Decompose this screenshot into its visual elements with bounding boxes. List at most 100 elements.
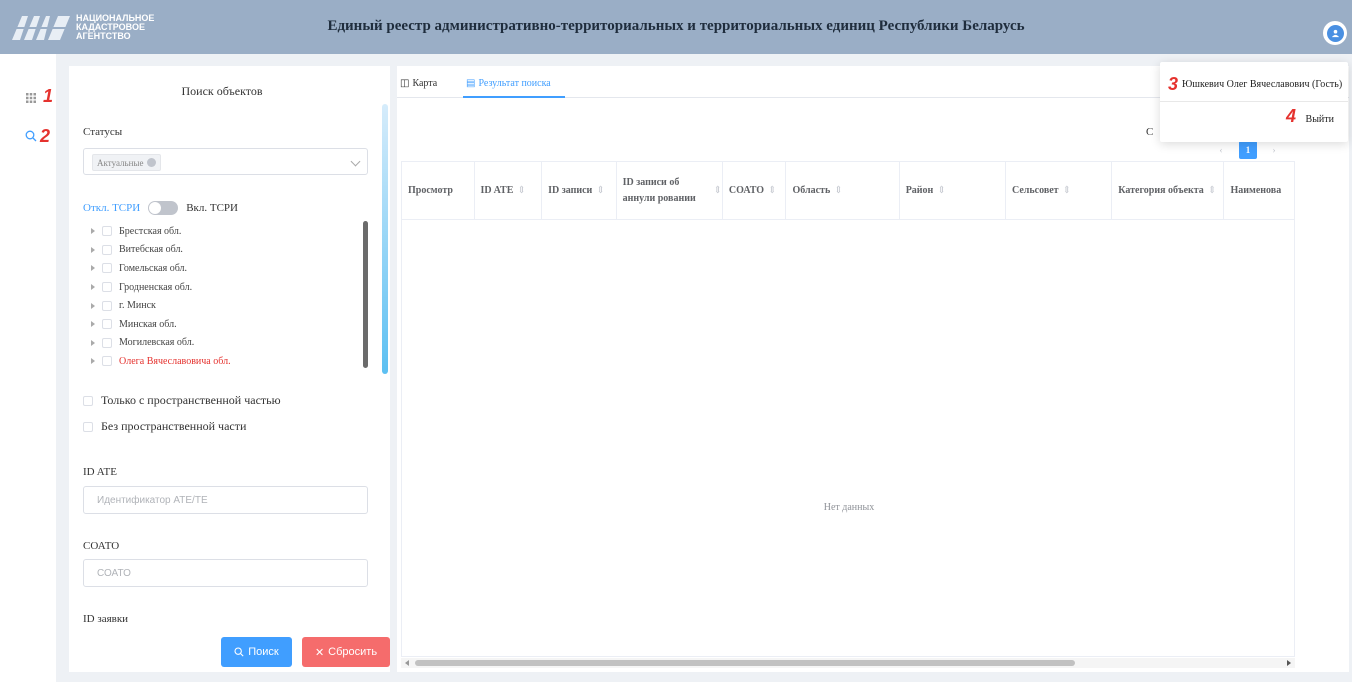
user-dropdown: 3 Юшкевич Олег Вячеславович (Гость) 4 Вы… xyxy=(1160,62,1348,142)
page-title: Единый реестр административно-территориа… xyxy=(327,18,1025,34)
expand-arrow-icon[interactable] xyxy=(91,339,95,346)
tree-item[interactable]: Гродненская обл. xyxy=(89,278,369,297)
scrollbar-thumb[interactable] xyxy=(415,660,1075,666)
tree-checkbox[interactable] xyxy=(102,263,112,274)
panel-scrollbar[interactable] xyxy=(382,104,388,374)
document-icon: ▤ xyxy=(466,78,476,89)
tsr-off-label: Откл. ТСРИ xyxy=(83,202,141,214)
column-title: Просмотр xyxy=(408,184,453,196)
search-button[interactable]: Поиск xyxy=(221,637,292,667)
region-tree: Брестская обл. Витебская обл. Гомельская… xyxy=(89,222,369,372)
tree-item[interactable]: Брестская обл. xyxy=(89,222,369,241)
sort-icon[interactable]: ⇕ xyxy=(937,183,945,199)
only-spatial-checkbox[interactable]: Только с пространственной частью xyxy=(83,393,281,408)
page-button[interactable]: 1 xyxy=(1239,141,1257,159)
id-ate-label: ID ATE xyxy=(83,466,117,478)
column-title: ID записи xyxy=(548,184,593,196)
without-spatial-label: Без пространственной части xyxy=(101,419,247,433)
tree-checkbox[interactable] xyxy=(102,356,112,367)
annotation-badge: 4 xyxy=(1286,106,1297,126)
column-title: Область xyxy=(792,184,831,196)
pager-text: С xyxy=(1146,126,1154,138)
tab-map[interactable]: ◫ Карта xyxy=(400,78,437,89)
tree-checkbox[interactable] xyxy=(102,282,112,293)
id-ate-input[interactable]: Идентификатор АТЕ/ТЕ xyxy=(83,486,368,514)
column-header[interactable]: ID записи ⇕ xyxy=(542,162,617,219)
sort-icon[interactable]: ⇕ xyxy=(596,183,604,199)
logout-button[interactable]: Выйти xyxy=(1306,114,1334,125)
column-header[interactable]: Район ⇕ xyxy=(900,162,1006,219)
left-rail: 1 2 xyxy=(0,54,56,682)
tag-close-icon[interactable] xyxy=(147,158,157,167)
sort-icon[interactable]: ⇕ xyxy=(1208,183,1216,199)
grid-icon[interactable] xyxy=(25,92,37,104)
tree-item-label: Брестская обл. xyxy=(119,225,182,237)
sort-icon[interactable]: ⇕ xyxy=(768,183,776,199)
map-icon: ◫ xyxy=(400,78,410,89)
statuses-label: Статусы xyxy=(83,126,123,138)
checkbox-box[interactable] xyxy=(83,421,93,432)
expand-arrow-icon[interactable] xyxy=(91,284,95,291)
search-button-label: Поиск xyxy=(248,646,279,658)
tree-item[interactable]: Гомельская обл. xyxy=(89,259,369,278)
sort-icon[interactable]: ⇕ xyxy=(517,183,525,199)
tree-checkbox[interactable] xyxy=(102,300,112,311)
sort-icon[interactable]: ⇕ xyxy=(713,183,721,199)
column-header[interactable]: ID ATE ⇕ xyxy=(475,162,543,219)
expand-arrow-icon[interactable] xyxy=(91,228,95,235)
annotation-badge: 2 xyxy=(40,126,51,146)
status-select[interactable]: Актуальные xyxy=(83,148,368,175)
reset-button[interactable]: ✕ Сбросить xyxy=(302,637,390,667)
prev-page-button[interactable]: ‹ xyxy=(1212,141,1230,159)
sort-icon[interactable]: ⇕ xyxy=(1063,183,1071,199)
annotation-badge: 3 xyxy=(1168,74,1179,94)
search-icon xyxy=(234,647,244,657)
tsr-toggle[interactable] xyxy=(148,201,179,215)
results-area: ◫ Карта ▤ Результат поиска С ‹ 1 › Просм… xyxy=(397,66,1349,672)
tree-item[interactable]: Минская обл. xyxy=(89,315,369,334)
column-header[interactable]: Сельсовет ⇕ xyxy=(1006,162,1113,219)
sort-icon[interactable]: ⇕ xyxy=(834,183,842,199)
column-header[interactable]: СОАТО ⇕ xyxy=(723,162,787,219)
search-icon[interactable] xyxy=(25,130,37,142)
column-title: ID записи об аннули ровании xyxy=(622,176,696,204)
tree-item[interactable]: Олега Вячеславовича обл. xyxy=(89,352,369,371)
tree-checkbox[interactable] xyxy=(102,226,112,237)
scroll-left-icon[interactable] xyxy=(405,660,409,666)
user-menu-button[interactable] xyxy=(1323,21,1347,45)
tree-scrollbar[interactable] xyxy=(363,221,368,368)
tree-checkbox[interactable] xyxy=(102,244,112,255)
column-header: Просмотр xyxy=(402,162,475,219)
column-header[interactable]: Область ⇕ xyxy=(786,162,900,219)
tree-item[interactable]: Витебская обл. xyxy=(89,241,369,260)
expand-arrow-icon[interactable] xyxy=(91,321,95,328)
expand-arrow-icon[interactable] xyxy=(91,265,95,272)
empty-state-text: Нет данных xyxy=(823,502,875,513)
soato-label: СОАТО xyxy=(83,540,120,552)
column-title: ID ATE xyxy=(480,184,514,196)
tree-checkbox[interactable] xyxy=(102,319,112,330)
column-header[interactable]: ID записи об аннули ровании ⇕ xyxy=(617,162,723,219)
checkbox-box[interactable] xyxy=(83,395,93,406)
scroll-right-icon[interactable] xyxy=(1287,660,1291,666)
tree-item[interactable]: Могилевская обл. xyxy=(89,334,369,353)
annotation-badge: 1 xyxy=(43,86,54,106)
user-icon xyxy=(1331,29,1339,37)
divider xyxy=(1160,101,1348,102)
tab-results-label: Результат поиска xyxy=(478,78,551,89)
tree-item-label: Гомельская обл. xyxy=(119,262,188,274)
next-page-button[interactable]: › xyxy=(1265,141,1283,159)
tab-results[interactable]: ▤ Результат поиска xyxy=(466,78,551,89)
expand-arrow-icon[interactable] xyxy=(91,302,95,309)
expand-arrow-icon[interactable] xyxy=(91,358,95,365)
soato-input[interactable]: СОАТО xyxy=(83,559,368,587)
column-title: Сельсовет xyxy=(1011,184,1059,196)
tree-item[interactable]: г. Минск xyxy=(89,296,369,315)
column-header[interactable]: Категория объекта ⇕ xyxy=(1112,162,1225,219)
tree-checkbox[interactable] xyxy=(102,337,112,348)
column-header[interactable]: Наименова xyxy=(1224,162,1294,219)
horizontal-scrollbar[interactable] xyxy=(401,658,1295,668)
column-title: Наименова xyxy=(1230,184,1282,196)
without-spatial-checkbox[interactable]: Без пространственной части xyxy=(83,419,246,434)
expand-arrow-icon[interactable] xyxy=(91,246,95,253)
